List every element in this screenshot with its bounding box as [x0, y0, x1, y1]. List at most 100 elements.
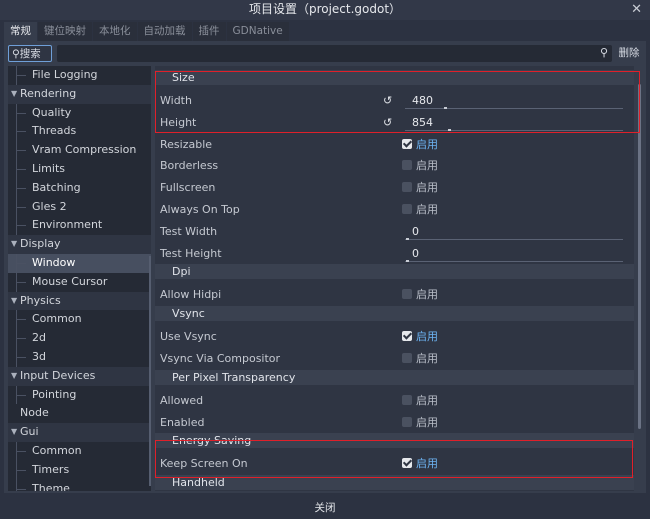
tab-4[interactable]: 插件	[192, 22, 226, 41]
property-row: Borderless 启用	[155, 155, 634, 176]
property-row: Fullscreen 启用	[155, 177, 634, 198]
chevron-down-icon[interactable]: ▼	[11, 367, 17, 386]
number-spinbox[interactable]: 480	[402, 92, 623, 109]
tree-item[interactable]: Mouse Cursor	[8, 272, 151, 292]
close-icon[interactable]: ✕	[631, 0, 642, 19]
number-spinbox[interactable]: 854	[402, 114, 623, 131]
tree-scrollbar[interactable]	[149, 256, 151, 486]
tree-item[interactable]: Common	[8, 441, 151, 461]
tree-item-label: Gles 2	[32, 199, 67, 213]
checkbox-label: 启用	[416, 159, 438, 173]
number-value: 0	[412, 246, 419, 260]
checkbox-label: 启用	[416, 393, 438, 407]
tree-item[interactable]: Node	[8, 404, 151, 423]
tree-item[interactable]: Theme	[8, 479, 151, 491]
tree-item[interactable]: Pointing	[8, 385, 151, 405]
tab-2[interactable]: 本地化	[93, 22, 137, 41]
property-label: Fullscreen	[160, 181, 216, 195]
checkbox[interactable]	[402, 182, 412, 193]
checkbox[interactable]	[402, 138, 412, 149]
tree-item-label: Batching	[32, 180, 81, 194]
property-value: 启用	[398, 390, 632, 411]
property-label: Width	[160, 94, 192, 107]
tree-guide-line	[16, 225, 26, 227]
tree-item[interactable]: 2d	[8, 329, 151, 348]
tree-item[interactable]: ▼ Display	[8, 235, 151, 254]
revert-icon[interactable]: ↺	[383, 116, 392, 129]
chevron-down-icon[interactable]: ▼	[11, 423, 17, 442]
tree-item[interactable]: Common	[8, 310, 151, 330]
tree-item-label: Rendering	[20, 86, 77, 100]
section-tree[interactable]: File Logging ▼ Rendering Quality Threads Vram…	[8, 66, 151, 491]
tree-item[interactable]: File Logging	[8, 66, 151, 85]
tree-item[interactable]: Vram Compression	[8, 141, 151, 160]
slider-grabber[interactable]	[444, 107, 447, 109]
chevron-down-icon[interactable]: ▼	[11, 292, 17, 311]
tab-3[interactable]: 自动加载	[137, 22, 192, 41]
slider-grabber[interactable]	[406, 237, 409, 240]
tree-item[interactable]: Window	[8, 253, 151, 273]
checkbox[interactable]	[402, 331, 412, 342]
tree-item-label: 2d	[32, 331, 46, 345]
tree-guide-line	[16, 131, 26, 133]
property-value: 启用	[398, 134, 632, 155]
property-value: 启用	[398, 453, 632, 474]
tree-item-label: Theme	[32, 481, 70, 491]
number-spinbox[interactable]: 0	[402, 245, 623, 262]
tree-item[interactable]: Timers	[8, 460, 151, 480]
slider-track	[405, 108, 623, 109]
close-button[interactable]: 关闭	[310, 499, 340, 517]
tab-5[interactable]: GDNative	[226, 22, 289, 41]
checkbox[interactable]	[402, 289, 412, 300]
property-value: 启用	[398, 326, 632, 347]
tab-1[interactable]: 键位映射	[38, 22, 92, 41]
checkbox[interactable]	[402, 394, 412, 405]
inspector-scrollbar[interactable]	[638, 84, 641, 429]
delete-button[interactable]: 删除	[615, 45, 643, 62]
tree-item[interactable]: Batching	[8, 178, 151, 198]
checkbox-label: 启用	[416, 288, 438, 302]
number-spinbox[interactable]: 0	[402, 223, 623, 240]
tree-item[interactable]: Environment	[8, 216, 151, 236]
checkbox[interactable]	[402, 416, 412, 427]
checkbox[interactable]	[402, 353, 412, 363]
tree-item[interactable]: ▼ Gui	[8, 423, 151, 442]
category-header: Per Pixel Transparency	[155, 369, 634, 385]
category-header: Handheld	[155, 475, 634, 491]
tree-guide-line	[16, 394, 26, 396]
chevron-down-icon[interactable]: ▼	[11, 85, 17, 104]
chevron-down-icon[interactable]: ▼	[11, 235, 17, 254]
property-label: Test Width	[160, 224, 218, 238]
category-label: Energy Saving	[172, 434, 252, 448]
tree-item-label: Physics	[20, 293, 61, 307]
checkbox[interactable]	[402, 160, 412, 171]
property-value: 0	[398, 243, 632, 264]
tree-item[interactable]: Limits	[8, 159, 151, 179]
tree-item[interactable]: Quality	[8, 103, 151, 123]
tree-item[interactable]: Threads	[8, 122, 151, 142]
search-icon: ⚲	[12, 48, 20, 60]
tree-item[interactable]: ▼ Input Devices	[8, 366, 151, 386]
tab-0[interactable]: 常规	[4, 22, 37, 41]
tree-item[interactable]: Gles 2	[8, 197, 151, 217]
search-button[interactable]: ⚲搜索	[8, 45, 52, 62]
revert-icon[interactable]: ↺	[383, 94, 392, 107]
property-label: Resizable	[160, 137, 213, 151]
tree-item[interactable]: ▼ Rendering	[8, 84, 151, 104]
property-row: Test Height 0	[155, 243, 634, 264]
tree-item[interactable]: 3d	[8, 347, 151, 367]
checkbox[interactable]	[402, 204, 412, 214]
tree-item-label: Display	[20, 237, 61, 251]
checkbox-label: 启用	[416, 203, 438, 216]
tree-guide-line	[16, 488, 26, 490]
tree-item-label: Vram Compression	[32, 143, 137, 157]
checkbox-label: 启用	[416, 352, 438, 365]
slider-grabber[interactable]	[448, 128, 451, 131]
checkbox[interactable]	[402, 458, 412, 469]
window-title: 项目设置（project.godot）	[248, 2, 402, 16]
slider-grabber[interactable]	[406, 259, 409, 262]
search-input[interactable]: ⚲	[57, 45, 612, 62]
tree-item[interactable]: ▼ Physics	[8, 291, 151, 311]
property-row: Enabled 启用	[155, 412, 634, 433]
category-header: Energy Saving	[155, 433, 634, 449]
